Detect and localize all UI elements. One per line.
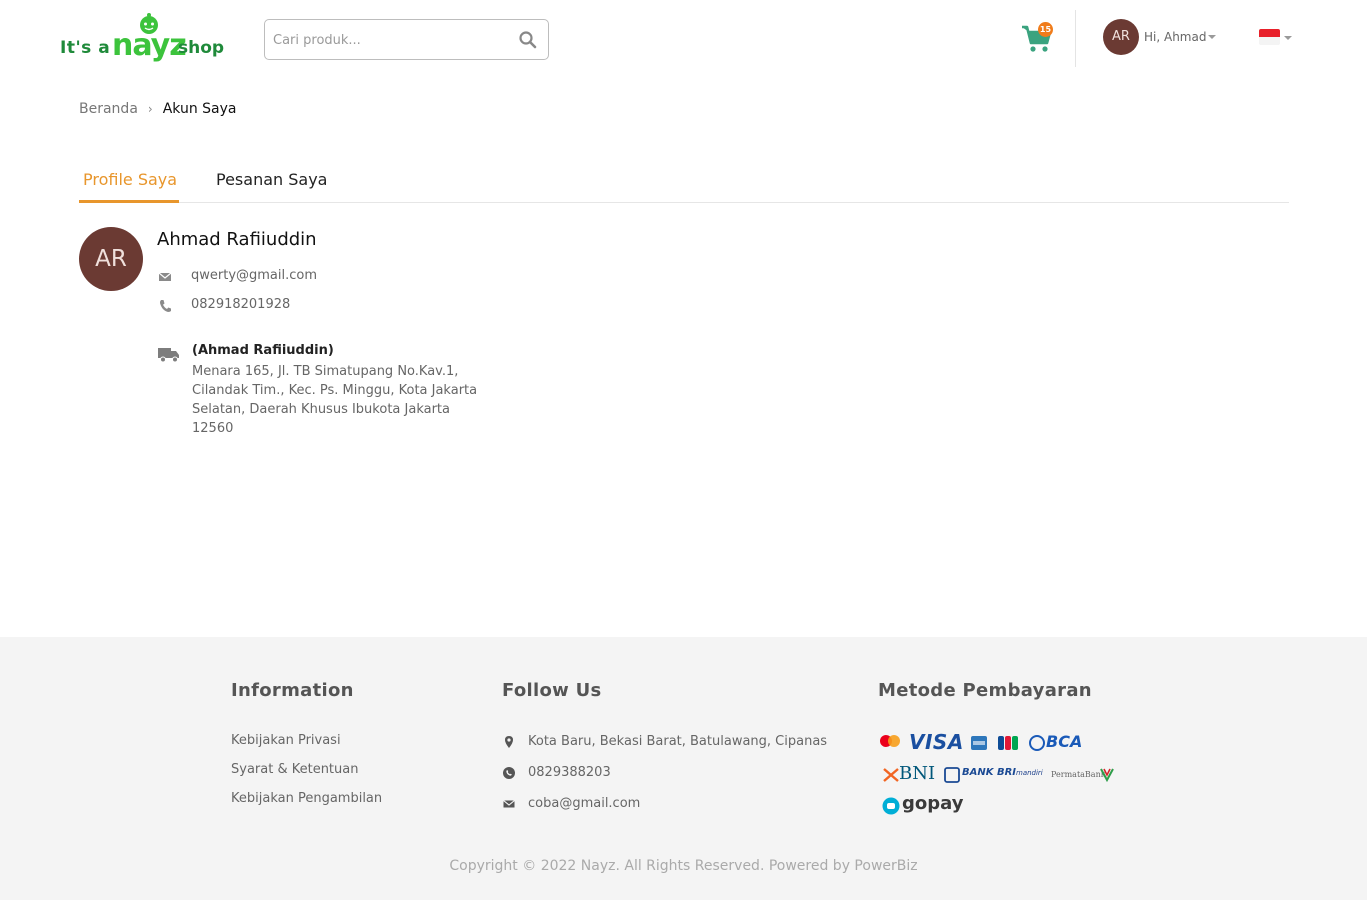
bca-logo-icon [1029,735,1045,751]
tab-profile[interactable]: Profile Saya [83,170,177,189]
bri-logo-icon [944,767,960,783]
footer-email[interactable]: coba@gmail.com [528,796,640,811]
search-box [264,19,549,60]
truck-icon [158,348,179,363]
breadcrumb-home-link[interactable]: Beranda [79,101,138,117]
active-tab-indicator [79,200,179,203]
logo-prefix: It's a [60,38,111,58]
chevron-right-icon: › [147,102,153,116]
envelope-icon [158,272,172,281]
search-icon[interactable] [518,30,538,50]
tab-orders[interactable]: Pesanan Saya [216,170,327,189]
amex-logo-icon [971,736,987,750]
language-chevron-down-icon[interactable] [1284,36,1292,40]
logo-suffix: shop [178,38,225,58]
copyright-text: Copyright © 2022 Nayz. All Rights Reserv… [449,858,918,874]
breadcrumb: Beranda › Akun Saya [79,101,237,117]
profile-phone: 082918201928 [191,297,291,312]
header-divider [1075,10,1076,67]
envelope-icon [503,800,515,808]
bni-logo: BNI [899,763,936,784]
user-menu[interactable]: AR Hi, Ahmad [1103,19,1228,55]
bca-logo: BCA [1046,732,1083,751]
address-recipient: (Ahmad Rafiiuddin) [192,343,334,358]
bni-logo-icon [883,768,899,782]
footer-information-title: Information [231,680,354,701]
search-input[interactable] [273,29,503,51]
footer-link-terms[interactable]: Syarat & Ketentuan [231,762,358,777]
bri-logo: BANK BRI [962,767,1017,778]
footer-payment-title: Metode Pembayaran [878,680,1092,701]
chevron-down-icon [1208,35,1216,39]
avatar: AR [1103,19,1139,55]
logo-brand: nayz [112,28,187,63]
jcb-logo-icon [998,736,1018,750]
whatsapp-icon [503,767,515,779]
profile-avatar: AR [79,227,143,291]
address-text: Menara 165, Jl. TB Simatupang No.Kav.1, … [192,364,478,436]
permata-logo-icon [1100,768,1114,783]
cart-count-badge: 15 [1038,22,1053,37]
breadcrumb-current: Akun Saya [162,101,237,117]
map-pin-icon [505,736,513,748]
footer-follow-title: Follow Us [502,680,602,701]
profile-email: qwerty@gmail.com [191,268,318,283]
mandiri-logo: mandiri [1016,769,1043,777]
mastercard-logo-icon [880,735,900,747]
footer-link-privacy[interactable]: Kebijakan Privasi [231,733,341,748]
footer-address: Kota Baru, Bekasi Barat, Batulawang, Cip… [528,734,828,749]
user-greeting: Hi, Ahmad [1144,30,1207,44]
site-footer: Information Kebijakan Privasi Syarat & K… [0,637,1367,900]
footer-whatsapp[interactable]: 0829388203 [528,765,611,780]
gopay-logo-icon [882,797,900,815]
account-tabs: Profile Saya Pesanan Saya [79,160,1289,203]
footer-link-pickup-policy[interactable]: Kebijakan Pengambilan [231,791,382,806]
cart-button[interactable]: 15 [1021,22,1055,54]
site-logo[interactable]: It's a nayz shop [60,12,230,68]
language-flag-icon[interactable] [1259,29,1280,45]
permata-logo: PermataBank [1051,770,1106,779]
phone-icon [160,300,171,312]
gopay-logo: gopay [902,793,964,814]
visa-logo: VISA [909,730,964,754]
profile-name: Ahmad Rafiiuddin [157,229,317,250]
site-header: It's a nayz shop 15 AR Hi, Ahmad [0,0,1367,80]
